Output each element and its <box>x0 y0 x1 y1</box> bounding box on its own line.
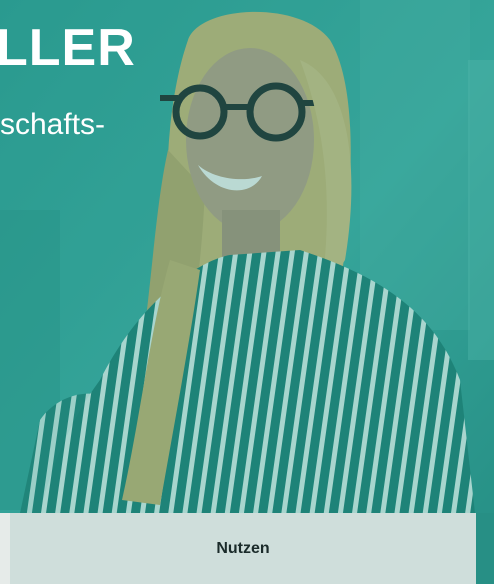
hero-subtitle: schafts- <box>0 108 106 141</box>
tab-nutzen[interactable]: Nutzen <box>10 513 476 584</box>
hero-image <box>0 0 494 584</box>
tab-bar-left-edge <box>0 513 10 584</box>
tab-bar-right-edge <box>476 513 494 584</box>
tab-bar: Nutzen <box>10 513 476 584</box>
hero-title: LLER <box>0 19 136 77</box>
hero-banner: LLER schafts- <box>0 0 494 584</box>
